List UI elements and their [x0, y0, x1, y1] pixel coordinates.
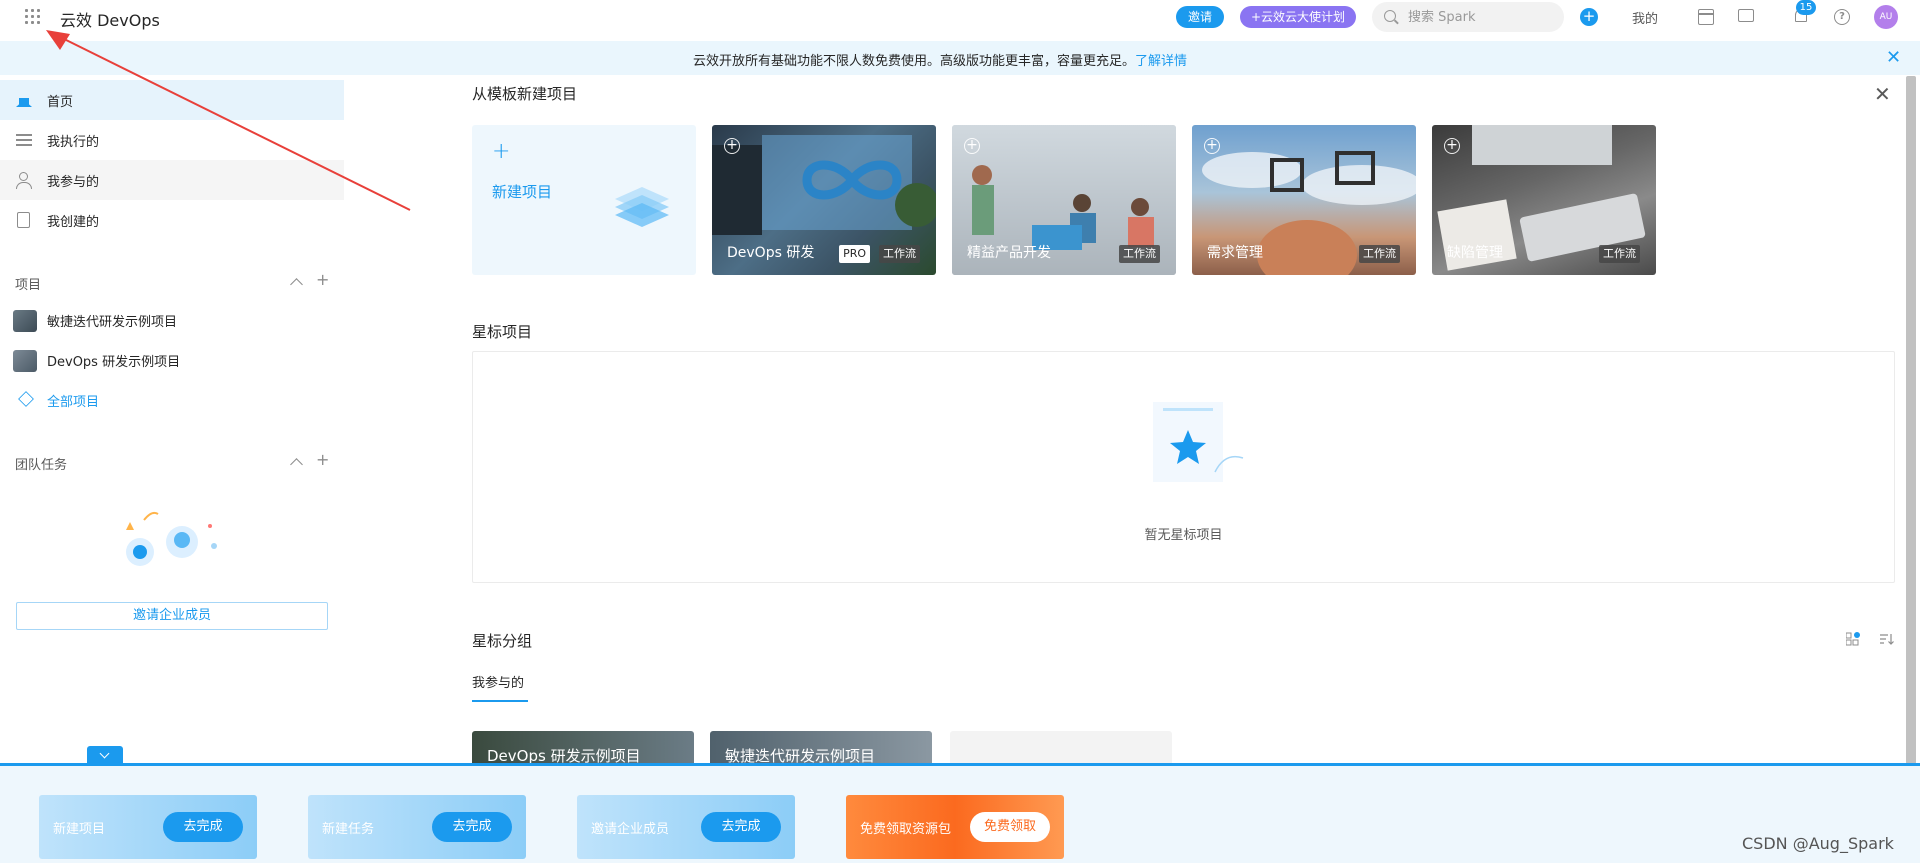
group-card-devops[interactable]: DevOps 研发示例项目: [472, 731, 694, 763]
calendar-icon[interactable]: [1698, 9, 1714, 25]
task-new-project: 新建项目 去完成: [39, 795, 257, 859]
add-team-task-icon[interactable]: +: [316, 450, 329, 469]
projects-section-title: 项目: [15, 278, 42, 293]
group-card-name: DevOps 研发示例项目: [487, 747, 641, 763]
project-item-label: 敏捷迭代研发示例项目: [47, 315, 178, 330]
notice-link[interactable]: 了解详情: [1135, 54, 1187, 69]
onboarding-task-panel: 新建项目 去完成 新建任务 去完成 邀请企业成员 去完成 免费领取资源包 免费领…: [0, 763, 1920, 863]
all-projects-label: 全部项目: [47, 395, 100, 410]
grid-view-icon[interactable]: [1846, 632, 1860, 646]
template-card-defects[interactable]: + 缺陷管理 工作流: [1432, 125, 1656, 275]
project-item-devops[interactable]: DevOps 研发示例项目: [0, 340, 344, 380]
team-illustration: [126, 511, 217, 566]
watermark: CSDN @Aug_Spark: [1742, 834, 1894, 853]
home-icon: [16, 91, 32, 107]
task-complete-button[interactable]: 去完成: [432, 812, 512, 842]
close-icon[interactable]: ✕: [1874, 82, 1891, 106]
task-free-resource: 免费领取资源包 免费领取: [846, 795, 1064, 859]
add-icon: +: [964, 138, 980, 154]
clipboard-icon: [17, 212, 30, 228]
add-icon: +: [1444, 138, 1460, 154]
project-thumbnail: [13, 350, 37, 372]
template-name: 缺陷管理: [1447, 245, 1503, 261]
template-section-title: 从模板新建项目: [472, 85, 578, 103]
layers-icon: [615, 187, 669, 227]
search-box[interactable]: [1372, 2, 1564, 32]
pro-badge: PRO: [839, 245, 870, 263]
template-name: 精益产品开发: [967, 245, 1051, 261]
star-group-title: 星标分组: [472, 632, 533, 650]
avatar[interactable]: AU: [1874, 5, 1898, 29]
create-plus-button[interactable]: +: [1580, 8, 1598, 26]
workflow-tag: 工作流: [879, 245, 920, 263]
add-icon: +: [1204, 138, 1220, 154]
team-tasks-title: 团队任务: [15, 458, 68, 473]
notification-badge: 15: [1796, 0, 1816, 15]
task-complete-button[interactable]: 去完成: [701, 812, 781, 842]
mine-menu[interactable]: 我的: [1632, 8, 1658, 27]
search-icon: [1384, 10, 1396, 22]
group-card-agile[interactable]: 敏捷迭代研发示例项目: [710, 731, 932, 763]
notice-text: 云效开放所有基础功能不限人数免费使用。高级版功能更丰富，容量更充足。: [693, 54, 1136, 69]
chevron-up-icon[interactable]: [290, 458, 303, 471]
project-thumbnail: [13, 310, 37, 332]
workflow-tag: 工作流: [1119, 245, 1160, 263]
tab-indicator: [472, 700, 528, 702]
template-card-devops[interactable]: + DevOps 研发 PRO 工作流: [712, 125, 936, 275]
tab-participated[interactable]: 我参与的: [472, 672, 524, 691]
task-label: 免费领取资源包: [860, 822, 952, 837]
template-name: 需求管理: [1207, 245, 1263, 261]
invite-button[interactable]: 邀请: [1176, 6, 1224, 28]
starred-empty-text: 暂无星标项目: [1144, 528, 1223, 543]
starred-section-title: 星标项目: [472, 323, 533, 341]
task-invite-members: 邀请企业成员 去完成: [577, 795, 795, 859]
close-icon[interactable]: ✕: [1886, 47, 1901, 68]
message-icon[interactable]: [1738, 9, 1754, 22]
sort-icon[interactable]: [1880, 632, 1894, 646]
search-input[interactable]: [1408, 8, 1548, 26]
workflow-tag: 工作流: [1599, 245, 1640, 263]
list-icon: [16, 134, 32, 146]
all-projects-link[interactable]: 全部项目: [0, 380, 344, 420]
chevron-up-icon[interactable]: [290, 278, 303, 291]
scrollbar[interactable]: [1906, 76, 1916, 764]
invite-members-button[interactable]: 邀请企业成员: [16, 602, 328, 630]
workflow-tag: 工作流: [1359, 245, 1400, 263]
plus-icon: +: [492, 139, 511, 164]
task-label: 新建任务: [322, 822, 375, 837]
star-icon: [1153, 402, 1244, 482]
task-label: 新建项目: [53, 822, 106, 837]
annotation-arrow-icon: [46, 30, 411, 211]
task-new-task: 新建任务 去完成: [308, 795, 526, 859]
add-project-icon[interactable]: +: [316, 270, 329, 289]
help-icon[interactable]: ?: [1834, 9, 1850, 25]
task-label: 邀请企业成员: [591, 822, 670, 837]
ambassador-button[interactable]: +云效云大使计划: [1240, 6, 1356, 28]
project-item-label: DevOps 研发示例项目: [47, 355, 181, 370]
new-project-label: 新建项目: [492, 183, 553, 201]
template-card-lean[interactable]: + 精益产品开发 工作流: [952, 125, 1176, 275]
template-name: DevOps 研发: [727, 245, 815, 261]
project-item-agile[interactable]: 敏捷迭代研发示例项目: [0, 300, 344, 340]
add-icon: +: [724, 138, 740, 154]
app-grid-icon[interactable]: [25, 9, 41, 25]
group-card-name: 敏捷迭代研发示例项目: [725, 747, 876, 763]
group-card-placeholder[interactable]: [950, 731, 1172, 763]
new-project-card[interactable]: + 新建项目: [472, 125, 696, 275]
task-complete-button[interactable]: 去完成: [163, 812, 243, 842]
layers-icon: [18, 391, 34, 407]
template-card-requirements[interactable]: + 需求管理 工作流: [1192, 125, 1416, 275]
claim-button[interactable]: 免费领取: [970, 812, 1050, 842]
user-icon: [16, 172, 32, 189]
starred-projects-panel: 暂无星标项目: [472, 351, 1895, 583]
